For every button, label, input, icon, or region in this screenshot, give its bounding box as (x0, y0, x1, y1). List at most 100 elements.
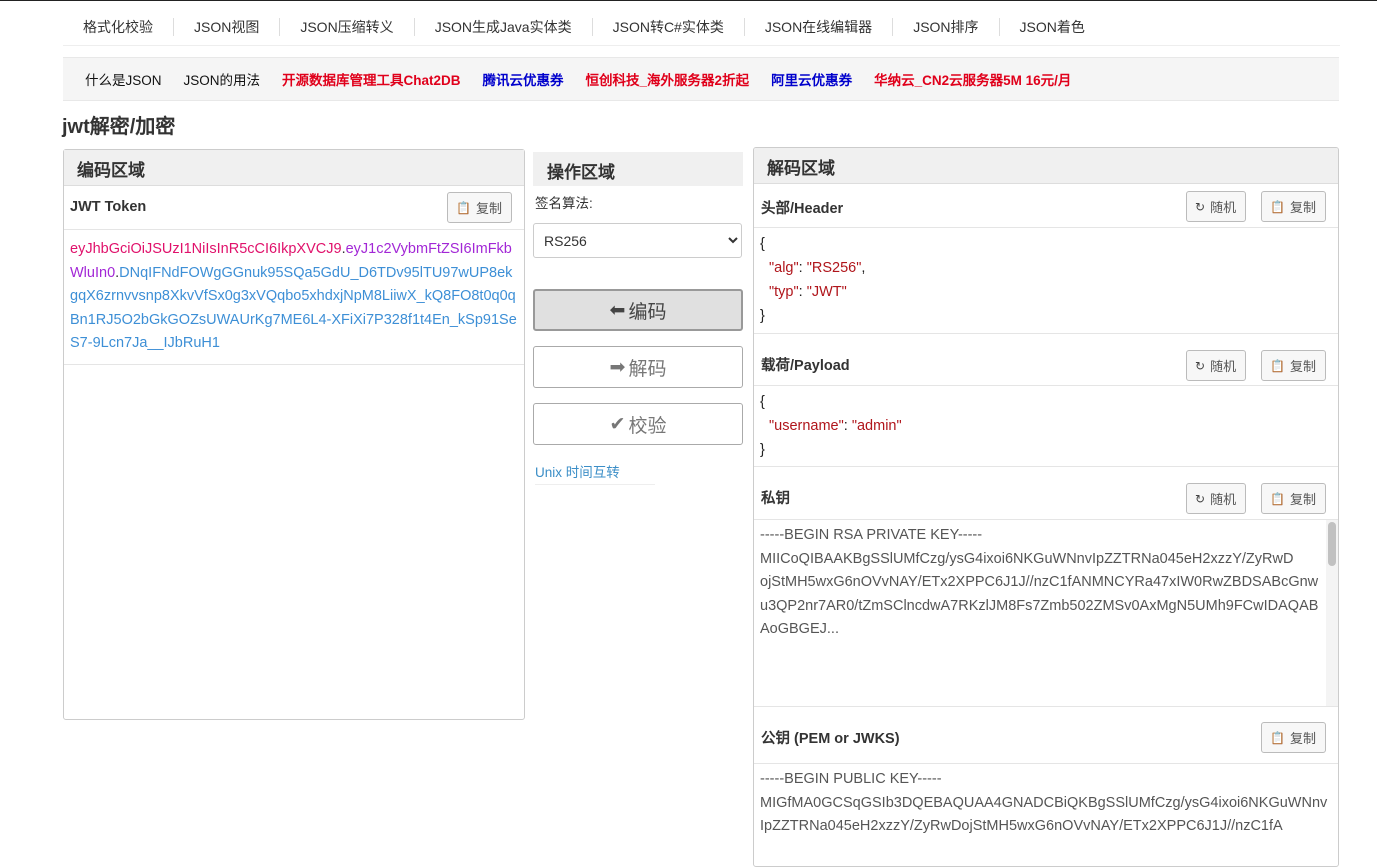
sub-nav: 什么是JSON JSON的用法 开源数据库管理工具Chat2DB 腾讯云优惠券 … (63, 57, 1339, 101)
private-key-section-row: 私钥 ↻ 随机 📋 复制 (754, 467, 1338, 520)
unix-time-link[interactable]: Unix 时间互转 (535, 461, 655, 485)
header-json-open: { (760, 236, 765, 252)
subnav-tencent-coupon[interactable]: 腾讯云优惠券 (483, 69, 564, 89)
refresh-icon: ↻ (1195, 199, 1206, 214)
payload-copy-label: 复制 (1289, 359, 1316, 374)
public-key-label: 公钥 (PEM or JWKS) (761, 731, 900, 747)
nav-json-editor[interactable]: JSON在线编辑器 (745, 17, 894, 36)
payload-username-value: "admin" (851, 418, 902, 434)
public-key-line: MIGfMA0GCSqGSIb3DQEBAQUAA4GNADCBiQKBgSSl… (760, 794, 1328, 811)
private-key-line: -----BEGIN RSA PRIVATE KEY----- (760, 527, 983, 543)
encode-panel-title: 编码区域 (64, 150, 524, 186)
nav-json-color[interactable]: JSON着色 (1000, 18, 1105, 36)
verify-button[interactable]: ✔ 校验 (533, 403, 743, 445)
payload-label: 载荷/Payload (761, 358, 850, 374)
clipboard-icon: 📋 (456, 200, 471, 215)
subnav-hengchuang-link[interactable]: 恒创科技_海外服务器2折起 (586, 69, 750, 89)
header-section-row: 头部/Header ↻ 随机 📋 复制 (754, 184, 1338, 228)
header-json-typ-line: "typ": "JWT" (769, 284, 847, 300)
decode-panel-title: 解码区域 (754, 148, 1338, 184)
header-alg-value: "RS256" (806, 260, 862, 276)
private-key-random-label: 随机 (1210, 492, 1237, 507)
header-copy-label: 复制 (1289, 200, 1316, 215)
token-header-part: eyJhbGciOiJSUzI1NiIsInR5cCI6IkpXVCJ9 (70, 241, 342, 257)
payload-section-row: 载荷/Payload ↻ 随机 📋 复制 (754, 334, 1338, 386)
public-key-copy-label: 复制 (1289, 731, 1316, 746)
nav-json-view[interactable]: JSON视图 (174, 17, 281, 36)
header-typ-key: "typ" (769, 284, 799, 300)
top-nav: 格式化校验 JSON视图 JSON压缩转义 JSON生成Java实体类 JSON… (63, 8, 1340, 46)
header-typ-value: "JWT" (806, 284, 847, 300)
private-key-line: AoGBGEJ... (760, 621, 839, 638)
arrow-left-icon: ⬅ (609, 299, 626, 321)
private-key-line: ojStMH5wxG6nOVvNAY/ETx2XPPC6J1J//nzC1fAN… (760, 574, 1319, 591)
clipboard-icon: 📋 (1270, 491, 1285, 506)
decode-button[interactable]: ➡ 解码 (533, 346, 743, 388)
nav-format-validate[interactable]: 格式化校验 (63, 17, 174, 36)
payload-json-editor[interactable]: { "username": "admin" } (754, 386, 1338, 467)
private-key-random-button[interactable]: ↻ 随机 (1186, 483, 1247, 514)
header-label: 头部/Header (761, 201, 844, 217)
operations-panel: 操作区域 签名算法: RS256 ⬅ 编码 ➡ 解码 ✔ 校验 Unix 时间互… (533, 152, 743, 485)
private-key-textarea[interactable]: -----BEGIN RSA PRIVATE KEY----- MIICoQIB… (754, 520, 1338, 707)
arrow-right-icon: ➡ (609, 356, 626, 378)
private-key-line: MIICoQIBAAKBgSSlUMfCzg/ysG4ixoi6NKGuWNnv… (760, 550, 1294, 567)
subnav-chat2db-link[interactable]: 开源数据库管理工具Chat2DB (282, 69, 461, 89)
decode-panel: 解码区域 头部/Header ↻ 随机 📋 复制 { "alg": "RS256… (753, 147, 1339, 867)
public-key-line: -----BEGIN PUBLIC KEY----- (760, 771, 942, 787)
decode-button-label: 解码 (628, 358, 667, 380)
jwt-token-label: JWT Token (70, 199, 147, 215)
encode-button-label: 编码 (628, 301, 667, 323)
private-key-copy-button[interactable]: 📋 复制 (1261, 483, 1326, 514)
copy-token-label: 复制 (475, 201, 502, 216)
page-title: jwt解密/加密 (62, 116, 176, 138)
public-key-copy-button[interactable]: 📋 复制 (1261, 722, 1326, 753)
copy-token-button[interactable]: 📋 复制 (447, 192, 512, 223)
token-signature-part: DNqIFNdFOWgGGnuk95SQa5GdU_D6TDv95lTU97wU… (70, 264, 517, 352)
refresh-icon: ↻ (1195, 358, 1206, 373)
payload-random-label: 随机 (1210, 359, 1237, 374)
clipboard-icon: 📋 (1270, 199, 1285, 214)
private-key-copy-label: 复制 (1289, 492, 1316, 507)
header-random-label: 随机 (1210, 200, 1237, 215)
clipboard-icon: 📋 (1270, 730, 1285, 745)
encode-panel: 编码区域 JWT Token 📋 复制 eyJhbGciOiJSUzI1NiIs… (63, 149, 525, 720)
operations-title: 操作区域 (533, 152, 743, 186)
header-random-button[interactable]: ↻ 随机 (1186, 191, 1247, 222)
subnav-what-is-json[interactable]: 什么是JSON (85, 69, 162, 89)
header-json-editor[interactable]: { "alg": "RS256", "typ": "JWT" } (754, 228, 1338, 334)
subnav-aliyun-coupon[interactable]: 阿里云优惠券 (771, 69, 852, 89)
nav-json-compress[interactable]: JSON压缩转义 (280, 17, 415, 36)
private-key-line: u3QP2nr7AR0/tZmSClncdwA7RKzlJM8Fs7Zmb502… (760, 597, 1319, 614)
window-top-border (0, 0, 1377, 1)
private-key-scrollbar[interactable] (1326, 520, 1338, 706)
header-alg-key: "alg" (769, 260, 799, 276)
payload-username-key: "username" (769, 418, 844, 434)
subnav-json-usage[interactable]: JSON的用法 (184, 69, 261, 89)
payload-copy-button[interactable]: 📋 复制 (1261, 350, 1326, 381)
refresh-icon: ↻ (1195, 491, 1206, 506)
algorithm-label: 签名算法: (535, 196, 593, 211)
payload-json-open: { (760, 394, 765, 410)
nav-json-to-csharp[interactable]: JSON转C#实体类 (593, 17, 745, 36)
jwt-token-textarea[interactable]: eyJhbGciOiJSUzI1NiIsInR5cCI6IkpXVCJ9.eyJ… (64, 230, 524, 365)
header-copy-button[interactable]: 📋 复制 (1261, 191, 1326, 222)
private-key-scroll-thumb[interactable] (1328, 522, 1336, 566)
nav-json-sort[interactable]: JSON排序 (893, 17, 1000, 36)
header-json-alg-line: "alg": "RS256", (769, 260, 866, 276)
public-key-textarea[interactable]: -----BEGIN PUBLIC KEY----- MIGfMA0GCSqGS… (754, 764, 1338, 866)
public-key-line: IpZZTRNa045eH2xzzY/ZyRwDojStMH5wxG6nOVvN… (760, 818, 1283, 835)
jwt-token-row: JWT Token 📋 复制 (64, 186, 524, 230)
payload-random-button[interactable]: ↻ 随机 (1186, 350, 1247, 381)
encode-button[interactable]: ⬅ 编码 (533, 289, 743, 331)
algorithm-select[interactable]: RS256 (533, 223, 742, 258)
private-key-label: 私钥 (761, 491, 790, 507)
nav-json-to-java[interactable]: JSON生成Java实体类 (415, 17, 593, 36)
public-key-section-row: 公钥 (PEM or JWKS) 📋 复制 (754, 707, 1338, 764)
clipboard-icon: 📋 (1270, 358, 1285, 373)
header-json-close: } (760, 308, 765, 324)
verify-button-label: 校验 (628, 415, 667, 437)
check-icon: ✔ (609, 413, 626, 435)
payload-json-username-line: "username": "admin" (769, 418, 902, 434)
subnav-huanayun-link[interactable]: 华纳云_CN2云服务器5M 16元/月 (874, 69, 1071, 89)
